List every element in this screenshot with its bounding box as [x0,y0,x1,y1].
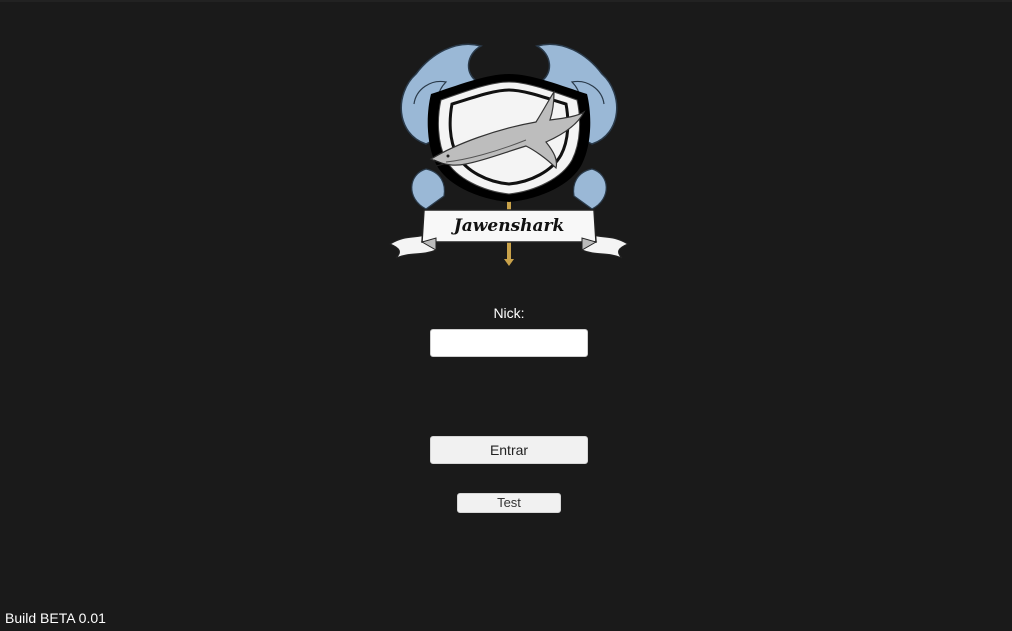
top-border [0,0,1012,2]
main-menu-screen: Jawenshark Nick: Entrar Test Build BETA … [0,0,1012,631]
jawenshark-crest-logo: Jawenshark [388,43,630,266]
logo-text: Jawenshark [451,216,565,236]
build-version-label: Build BETA 0.01 [5,610,106,626]
enter-button[interactable]: Entrar [430,436,588,464]
test-button[interactable]: Test [457,493,561,513]
nick-label: Nick: [493,305,525,321]
nick-input[interactable] [430,329,588,357]
